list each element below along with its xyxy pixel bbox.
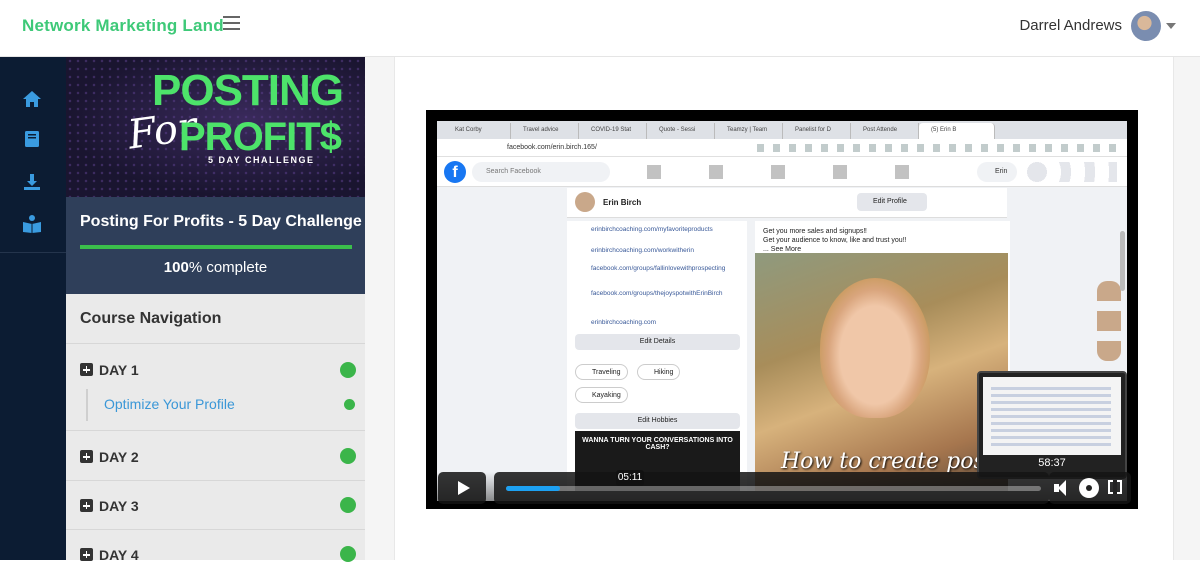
chevron-down-icon[interactable] — [1166, 23, 1176, 29]
facebook-nav-icons — [647, 165, 927, 179]
course-title: Posting For Profits - 5 Day Challenge — [80, 213, 362, 230]
icon-sidebar — [0, 57, 66, 560]
video-frame: Kat Corby Travel advice COVID-19 Stat Qu… — [437, 121, 1127, 501]
profile-avatar — [575, 192, 595, 212]
profile-name: Erin Birch — [603, 198, 642, 207]
cover-title-profits: PROFIT$ — [179, 115, 342, 159]
edit-profile-button: Edit Profile — [857, 193, 927, 211]
complete-indicator — [340, 448, 356, 464]
day-label[interactable]: DAY 1 — [99, 362, 139, 378]
progress-value: 100 — [163, 259, 189, 276]
day-2-section[interactable]: DAY 2 — [66, 432, 365, 481]
post-text: Get you more sales and signups‼ Get your… — [763, 227, 906, 254]
address-bar: facebook.com/erin.birch.165/ — [437, 139, 1127, 157]
lesson-item[interactable]: Optimize Your Profile — [86, 389, 355, 421]
facebook-user-chip: Erin — [977, 162, 1017, 182]
preview-image — [983, 377, 1121, 455]
progress-suffix: % complete — [188, 259, 268, 276]
edit-details-button: Edit Details — [575, 334, 740, 350]
contacts-avatars — [1097, 281, 1121, 361]
edit-hobbies-button: Edit Hobbies — [575, 413, 740, 429]
profile-intro: erinbirchcoaching.com/myfavoriteproducts… — [567, 221, 747, 491]
browser-tab: Kat Corby — [443, 123, 511, 139]
profile-link: facebook.com/groups/thejoyspotwithErinBi… — [591, 290, 723, 297]
post-line: Get you more sales and signups‼ — [763, 228, 867, 235]
course-panel: POSTING For PROFIT$ 5 DAY CHALLENGE Post… — [66, 57, 365, 563]
course-progress-fill — [80, 245, 352, 249]
reader-icon[interactable] — [22, 214, 42, 234]
day-label[interactable]: DAY 3 — [99, 498, 139, 514]
day-label[interactable]: DAY 4 — [99, 547, 139, 563]
top-bar: Network Marketing Land Darrel Andrews — [0, 0, 1200, 57]
fullscreen-icon[interactable] — [1108, 480, 1122, 494]
book-icon[interactable] — [22, 129, 42, 149]
day-4-section[interactable]: DAY 4 — [66, 531, 365, 571]
brand-logo[interactable]: Network Marketing Land — [22, 16, 224, 36]
lesson-complete-indicator — [344, 399, 355, 410]
profile-link: erinbirchcoaching.com — [591, 319, 657, 326]
person-photo — [820, 278, 930, 418]
page-scrollbar — [1120, 231, 1125, 291]
volume-icon[interactable] — [1054, 480, 1072, 496]
day-1-section[interactable]: DAY 1 Optimize Your Profile — [66, 345, 365, 431]
profile-link: erinbirchcoaching.com/workwitherin — [591, 247, 694, 254]
extension-icons — [757, 144, 1117, 152]
preview-time: 58:37 — [1038, 457, 1066, 469]
browser-tab: Travel advice — [511, 123, 579, 139]
progress-text: 100% complete — [66, 259, 365, 276]
gear-icon[interactable] — [1081, 480, 1097, 496]
hobby-chip: Hiking — [637, 364, 681, 380]
expand-icon[interactable] — [80, 450, 93, 463]
profile-bar: Erin Birch Edit Profile — [567, 188, 1007, 218]
browser-tab: Quote - Sessi — [647, 123, 715, 139]
complete-indicator — [340, 497, 356, 513]
browser-tab: Teamzy | Team — [715, 123, 783, 139]
seek-bar-fill — [506, 486, 560, 491]
video-player[interactable]: Kat Corby Travel advice COVID-19 Stat Qu… — [426, 110, 1138, 509]
photo-caption: How to create posts — [781, 449, 1005, 474]
user-name[interactable]: Darrel Andrews — [1019, 17, 1122, 34]
course-progress-bar — [80, 245, 352, 249]
complete-indicator — [340, 362, 356, 378]
expand-icon[interactable] — [80, 363, 93, 376]
nav-heading-text: Course Navigation — [80, 310, 222, 327]
expand-icon[interactable] — [80, 548, 93, 561]
preview-thumbnail: 58:37 — [977, 371, 1127, 479]
expand-icon[interactable] — [80, 499, 93, 512]
profile-link: facebook.com/groups/fallinlovewithprospe… — [591, 265, 726, 272]
hover-time: 05:11 — [616, 470, 644, 486]
course-cover-image: POSTING For PROFIT$ 5 DAY CHALLENGE — [66, 57, 365, 197]
facebook-search: Search Facebook — [472, 162, 610, 182]
divider — [0, 252, 66, 253]
hobby-chip: Kayaking — [575, 387, 628, 403]
lesson-link[interactable]: Optimize Your Profile — [104, 396, 235, 412]
browser-tab-active: (5) Erin B — [919, 123, 995, 139]
day-label[interactable]: DAY 2 — [99, 449, 139, 465]
post-photo: How to create posts — [755, 253, 1008, 491]
hamburger-menu-icon[interactable] — [223, 16, 240, 30]
facebook-action-icons — [1027, 162, 1117, 182]
hobby-chip: Traveling — [575, 364, 628, 380]
seek-bar[interactable]: 05:11 — [506, 470, 1041, 491]
day-3-section[interactable]: DAY 3 — [66, 482, 365, 530]
browser-tab-strip: Kat Corby Travel advice COVID-19 Stat Qu… — [437, 121, 1127, 139]
avatar[interactable] — [1131, 11, 1161, 41]
post-line: Get your audience to know, like and trus… — [763, 237, 907, 244]
facebook-logo-icon: f — [444, 161, 466, 183]
course-navigation-heading: Course Navigation — [66, 294, 365, 344]
facebook-post: Get you more sales and signups‼ Get your… — [755, 221, 1010, 491]
profile-link: erinbirchcoaching.com/myfavoriteproducts — [591, 226, 713, 233]
facebook-top-bar: f Search Facebook Erin — [437, 157, 1127, 187]
home-icon[interactable] — [22, 89, 42, 109]
browser-tab: Panelist for D — [783, 123, 851, 139]
browser-tab: COVID-19 Stat — [579, 123, 647, 139]
cover-subtitle: 5 DAY CHALLENGE — [208, 155, 315, 165]
download-icon[interactable] — [22, 172, 42, 192]
play-button[interactable] — [438, 472, 486, 504]
browser-tab: Post Attende — [851, 123, 919, 139]
course-header: Posting For Profits - 5 Day Challenge 10… — [66, 197, 365, 294]
url-text: facebook.com/erin.birch.165/ — [507, 144, 597, 151]
video-controls: 05:11 — [426, 470, 1138, 509]
